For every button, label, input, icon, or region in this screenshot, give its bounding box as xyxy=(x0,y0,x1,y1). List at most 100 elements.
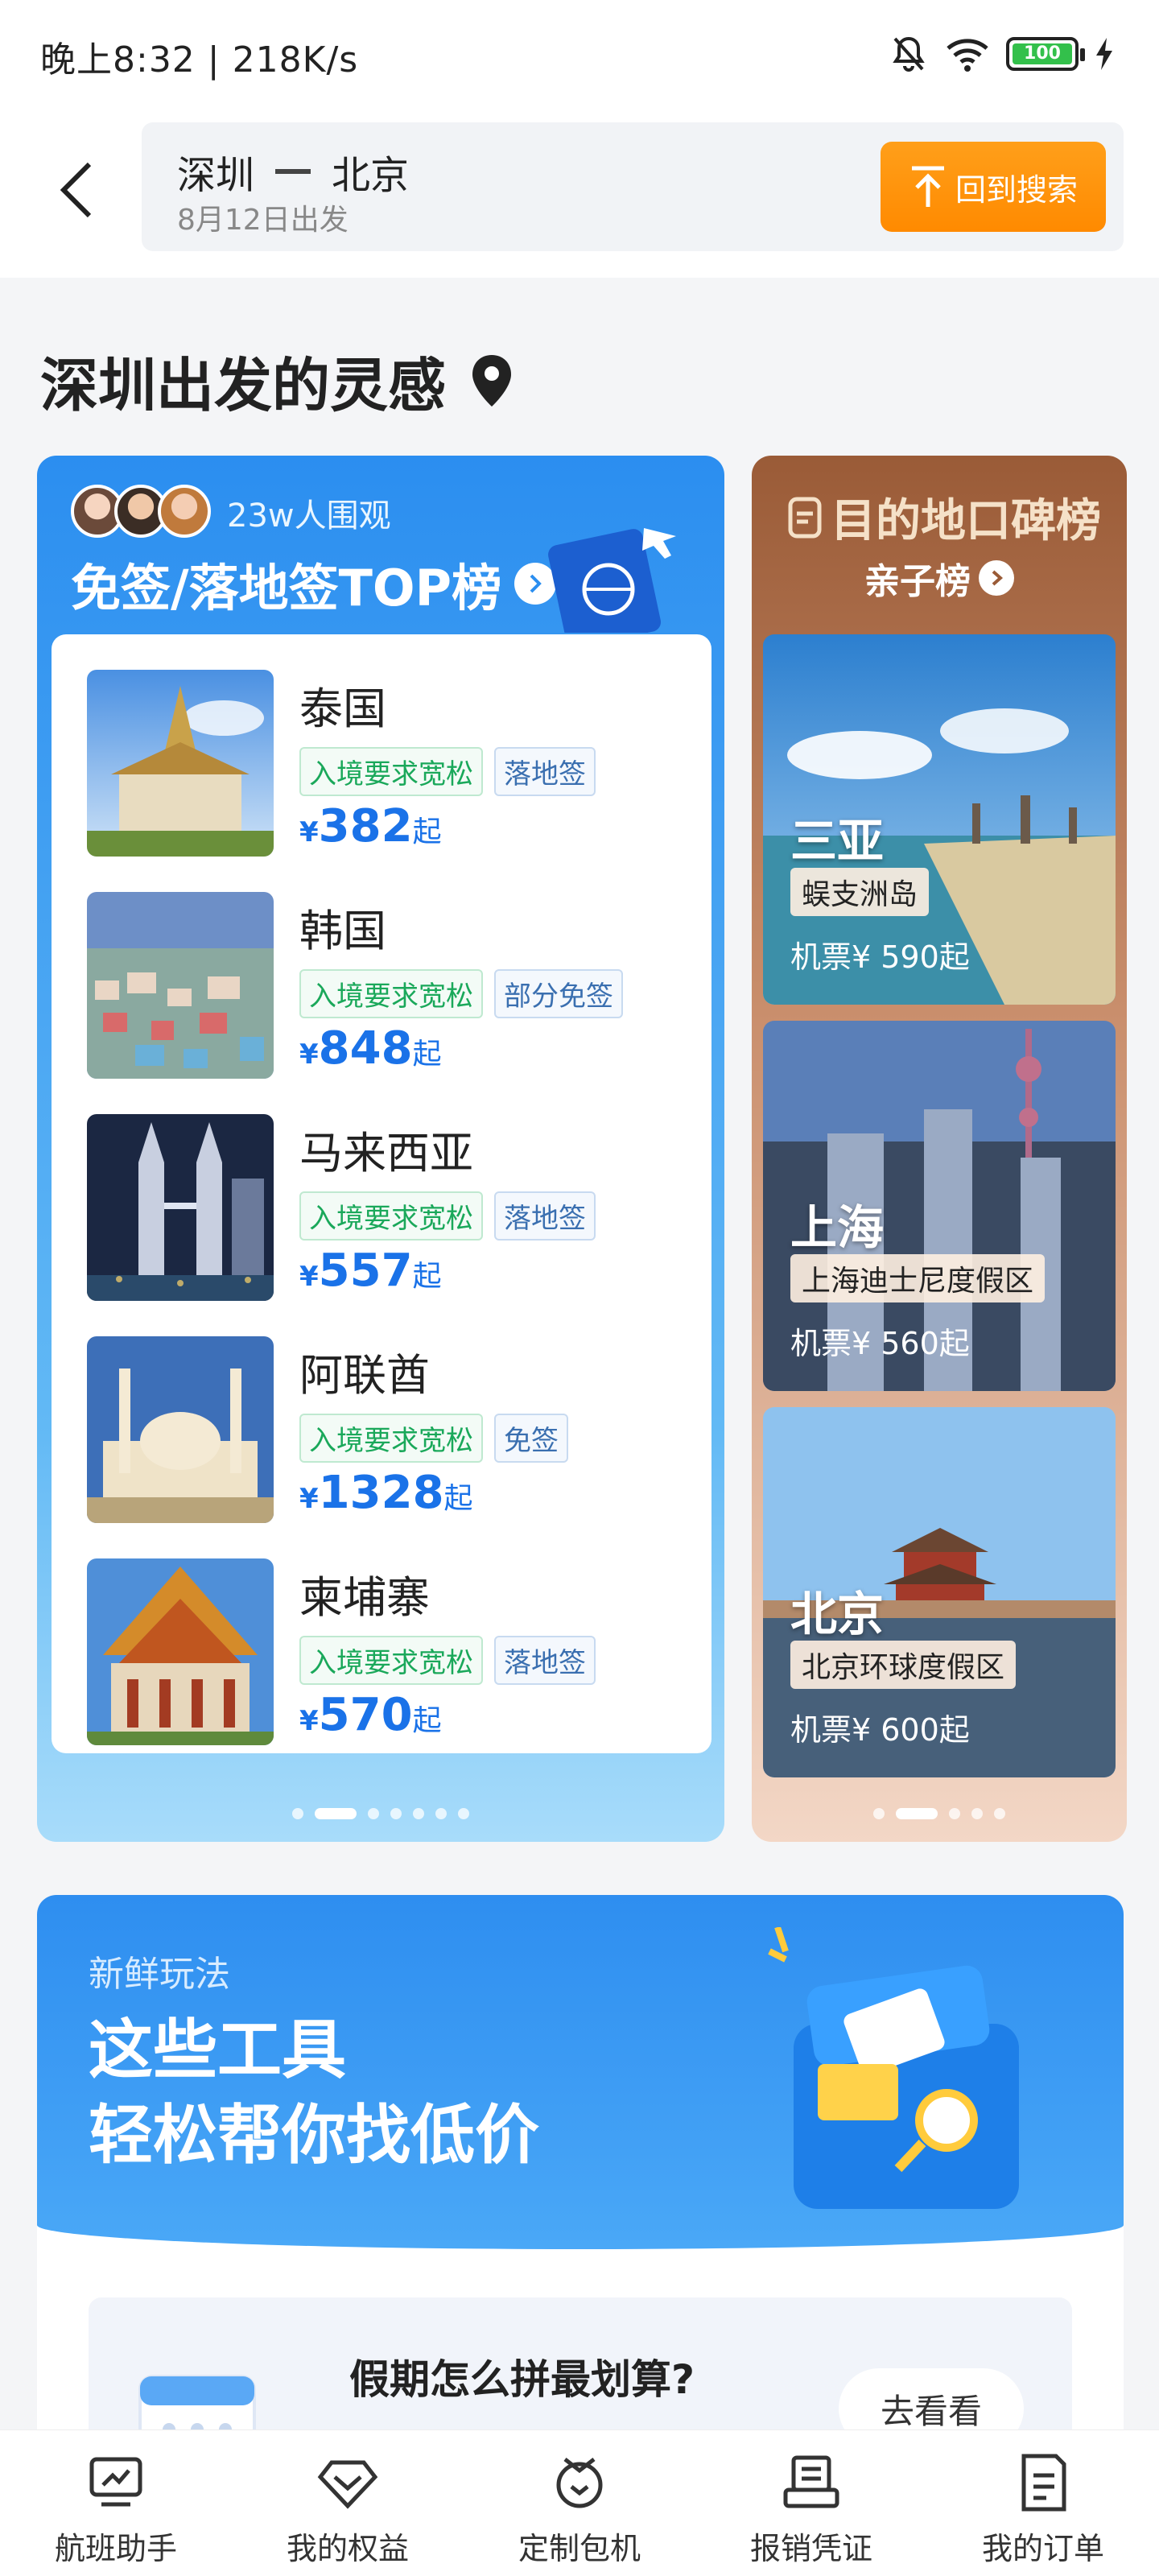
tag-group: 入境要求宽松 落地签 xyxy=(299,1191,596,1241)
charging-icon xyxy=(1096,38,1112,70)
destination-price: 机票¥ 560起 xyxy=(790,1326,970,1361)
diamond-icon xyxy=(317,2460,378,2509)
viewer-avatars xyxy=(71,485,211,538)
ranking-tab-family[interactable]: 亲子榜 xyxy=(752,552,1127,604)
arrow-up-icon xyxy=(911,166,944,207)
nav-charter[interactable]: 定制包机 xyxy=(464,2430,695,2576)
list-item[interactable]: 韩国 入境要求宽松 部分免签 ¥ 848 起 xyxy=(87,892,683,1079)
destination-city: 三亚 xyxy=(790,814,885,869)
price-value: 557 xyxy=(318,1245,413,1297)
visa-destination-list: 泰国 入境要求宽松 落地签 ¥ 382 起 韩国 入境要求宽松 部分免签 ¥ 8… xyxy=(52,634,711,1753)
nav-label: 报销凭证 xyxy=(749,2531,872,2566)
list-item[interactable]: 阿联酋 入境要求宽松 免签 ¥ 1328 起 xyxy=(87,1336,683,1523)
price-currency: ¥ xyxy=(299,816,319,848)
carousel-dot xyxy=(971,1808,983,1819)
tag-visa: 免签 xyxy=(494,1414,568,1463)
price: ¥ 382 起 xyxy=(299,800,442,852)
price-currency: ¥ xyxy=(299,1038,319,1071)
tools-banner[interactable]: 新鲜玩法 这些工具 轻松帮你找低价 xyxy=(37,1895,1124,2249)
carousel-dot xyxy=(292,1808,303,1819)
list-item[interactable]: 柬埔寨 入境要求宽松 落地签 ¥ 570 起 xyxy=(87,1558,683,1745)
visa-free-top-card[interactable]: 23w人围观 免签/落地签TOP榜 泰国 入境要求宽松 落地签 ¥ 382 起 … xyxy=(37,456,724,1842)
price-value: 848 xyxy=(318,1022,413,1075)
tag-visa: 落地签 xyxy=(494,1636,596,1685)
carousel-dot xyxy=(368,1808,379,1819)
destination-name: 马来西亚 xyxy=(299,1128,473,1179)
list-item[interactable]: 泰国 入境要求宽松 落地签 ¥ 382 起 xyxy=(87,670,683,857)
status-time-speed: 晚上8:32 | 218K/s xyxy=(40,39,359,80)
destination-tile[interactable]: 三亚 蜈支洲岛 机票¥ 590起 xyxy=(763,634,1116,1005)
malaysia-photo xyxy=(87,1114,274,1301)
nav-label: 我的订单 xyxy=(981,2531,1104,2566)
tools-kicker: 新鲜玩法 xyxy=(89,1954,230,1995)
passport-plane-icon xyxy=(548,528,676,633)
carousel-dot xyxy=(390,1808,402,1819)
tag-group: 入境要求宽松 落地签 xyxy=(299,1636,596,1685)
holiday-tool-title: 假期怎么拼最划算? xyxy=(349,2356,695,2403)
tag-entry: 入境要求宽松 xyxy=(299,1414,483,1463)
route-date: 8月12日出发 xyxy=(177,204,349,237)
bottom-nav: 航班助手 我的权益 定制包机 报销凭证 我的订单 xyxy=(0,2429,1159,2576)
nav-flight-assistant[interactable]: 航班助手 xyxy=(0,2430,232,2576)
destination-spot: 蜈支洲岛 xyxy=(790,868,930,916)
destination-spot: 上海迪士尼度假区 xyxy=(790,1254,1046,1302)
destination-ranking-card[interactable]: 目的地口碑榜 亲子榜 三亚 蜈支洲岛 机票¥ 590起 上海 上海迪士尼度假区 … xyxy=(752,456,1127,1842)
tag-entry: 入境要求宽松 xyxy=(299,1191,483,1241)
toolbox-icon xyxy=(768,1927,1019,2209)
carousel-dot-active xyxy=(315,1808,357,1819)
search-header: 深圳 北京 8月12日出发 回到搜索 xyxy=(0,105,1159,278)
carousel-dots xyxy=(37,1808,724,1819)
destination-city: 上海 xyxy=(790,1200,885,1255)
korea-photo xyxy=(87,892,274,1079)
receipt-icon xyxy=(783,2455,839,2508)
nav-my-orders[interactable]: 我的订单 xyxy=(927,2430,1159,2576)
destination-name: 泰国 xyxy=(299,683,386,734)
destination-tile[interactable]: 北京 北京环球度假区 机票¥ 600起 xyxy=(763,1407,1116,1777)
ranking-tab-label: 亲子榜 xyxy=(864,561,971,602)
route-title: 深圳 北京 xyxy=(177,143,409,200)
price: ¥ 557 起 xyxy=(299,1245,442,1297)
route-separator xyxy=(275,169,311,174)
destination-ranking-logo: 目的地口碑榜 xyxy=(787,485,1101,550)
tag-entry: 入境要求宽松 xyxy=(299,747,483,796)
price-suffix: 起 xyxy=(412,1038,442,1071)
destination-name: 柬埔寨 xyxy=(299,1572,430,1623)
visa-card-title-text: 免签/落地签TOP榜 xyxy=(71,559,502,617)
nav-receipt[interactable]: 报销凭证 xyxy=(695,2430,927,2576)
route-summary[interactable]: 深圳 北京 8月12日出发 回到搜索 xyxy=(142,122,1124,251)
carousel-dot xyxy=(949,1808,960,1819)
destination-tile[interactable]: 上海 上海迪士尼度假区 机票¥ 560起 xyxy=(763,1021,1116,1391)
carousel-dots xyxy=(752,1808,1127,1819)
list-item[interactable]: 马来西亚 入境要求宽松 落地签 ¥ 557 起 xyxy=(87,1114,683,1301)
price: ¥ 848 起 xyxy=(299,1022,442,1075)
chevron-right-icon xyxy=(979,560,1014,596)
nav-my-benefits[interactable]: 我的权益 xyxy=(232,2430,464,2576)
route-from: 深圳 xyxy=(177,153,255,198)
back-button[interactable] xyxy=(48,150,105,230)
tag-group: 入境要求宽松 落地签 xyxy=(299,747,596,796)
order-icon xyxy=(1021,2454,1066,2512)
price-suffix: 起 xyxy=(412,1704,442,1737)
price-currency: ¥ xyxy=(299,1261,319,1293)
price-suffix: 起 xyxy=(443,1482,473,1515)
back-to-search-button[interactable]: 回到搜索 xyxy=(881,142,1106,232)
price: ¥ 570 起 xyxy=(299,1689,442,1741)
tag-visa: 落地签 xyxy=(494,747,596,796)
tag-entry: 入境要求宽松 xyxy=(299,969,483,1018)
tag-visa: 落地签 xyxy=(494,1191,596,1241)
nav-label: 定制包机 xyxy=(518,2531,641,2566)
price-currency: ¥ xyxy=(299,1483,319,1515)
price-value: 382 xyxy=(318,800,413,852)
battery-icon: 100 xyxy=(1006,37,1085,71)
battery-level: 100 xyxy=(1013,43,1072,64)
destination-name: 韩国 xyxy=(299,906,386,956)
wifi-icon xyxy=(947,39,988,72)
status-bar: 晚上8:32 | 218K/s 100 xyxy=(0,0,1159,105)
tag-group: 入境要求宽松 免签 xyxy=(299,1414,568,1463)
destination-ranking-logo-text: 目的地口碑榜 xyxy=(831,495,1101,547)
price-suffix: 起 xyxy=(412,815,442,848)
uae-photo xyxy=(87,1336,274,1523)
badge-icon xyxy=(788,497,822,538)
tag-visa: 部分免签 xyxy=(494,969,623,1018)
visa-card-title[interactable]: 免签/落地签TOP榜 xyxy=(71,547,557,620)
